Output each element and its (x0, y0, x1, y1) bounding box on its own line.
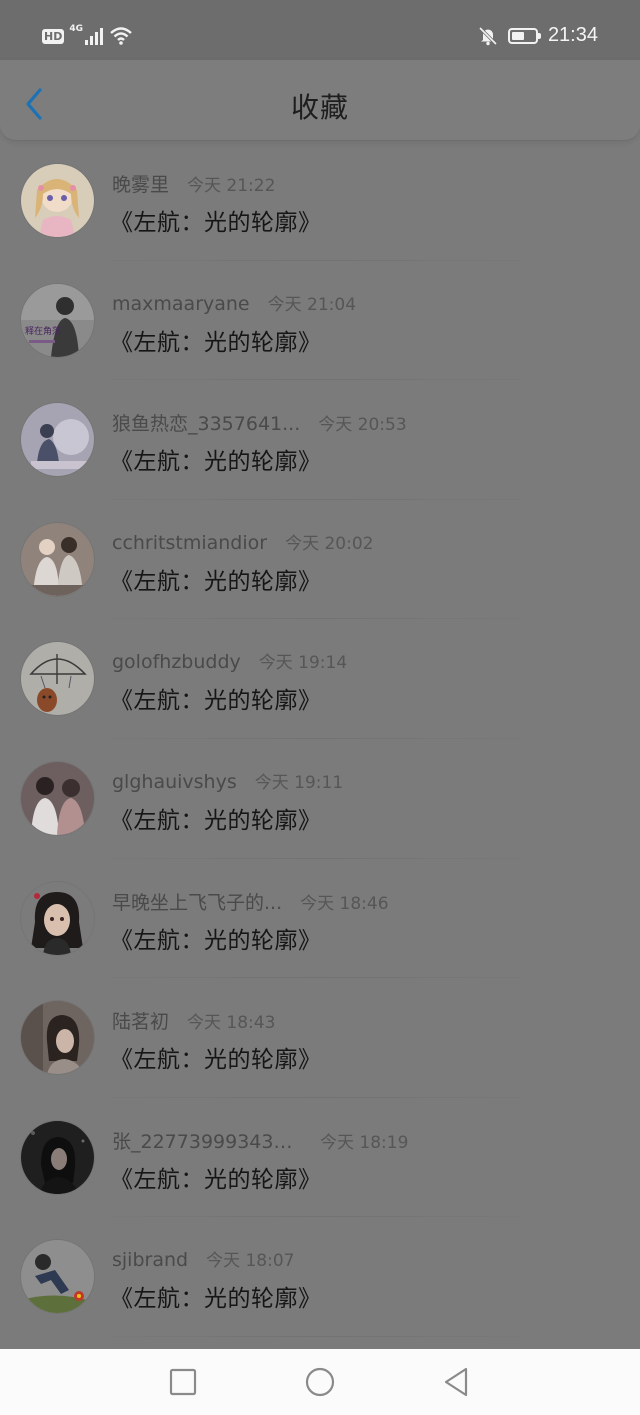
item-meta: sjibrand 今天 18:07 (112, 1246, 294, 1271)
post-time: 今天 20:53 (318, 415, 407, 436)
list-item[interactable]: 释在角落 maxmaaryane 今天 21:04 《左航：光的轮廓》 (0, 261, 640, 381)
battery-icon (507, 27, 541, 44)
avatar[interactable] (21, 164, 94, 237)
item-meta: 早晚坐上飞飞子的... 今天 18:46 (112, 888, 389, 915)
post-time: 今天 18:07 (206, 1251, 295, 1272)
avatar[interactable] (21, 642, 94, 716)
post-title: 《左航：光的轮廓》 (110, 210, 322, 236)
list-item[interactable]: 张_227739993434... 今天 18:19 《左航：光的轮廓》 (0, 1098, 640, 1218)
status-left: HD 4G (42, 24, 133, 46)
post-title: 《左航：光的轮廓》 (110, 1286, 322, 1313)
list-item[interactable]: 狼鱼热恋_3357641... 今天 20:53 《左航：光的轮廓》 (0, 380, 640, 500)
avatar[interactable] (21, 403, 94, 477)
post-time: 今天 18:43 (187, 1013, 276, 1034)
user-name: golofhzbuddy (112, 651, 241, 674)
list-item[interactable]: glghauivshys 今天 19:11 《左航：光的轮廓》 (0, 739, 640, 859)
clock: 21:34 (547, 24, 598, 46)
user-name: glghauivshys (112, 770, 237, 793)
list-item[interactable]: sjibrand 今天 18:07 《左航：光的轮廓》 (0, 1217, 640, 1337)
post-time: 今天 19:14 (258, 653, 348, 674)
item-meta: cchritstmiandior 今天 20:02 (112, 529, 373, 554)
list-item[interactable]: 早晚坐上飞飞子的... 今天 18:46 《左航：光的轮廓》 (0, 859, 640, 979)
avatar[interactable] (21, 1120, 94, 1194)
triangle-back-icon (444, 1367, 468, 1397)
user-name: sjibrand (112, 1249, 189, 1272)
post-time: 今天 21:22 (187, 176, 276, 196)
circle-icon (305, 1367, 335, 1397)
post-time: 今天 19:11 (254, 772, 344, 793)
post-title: 《左航：光的轮廓》 (110, 449, 322, 476)
post-title: 《左航：光的轮廓》 (110, 568, 322, 595)
post-title: 《左航：光的轮廓》 (110, 927, 322, 954)
post-time: 今天 21:04 (267, 294, 357, 315)
user-name: 晚雾里 (112, 174, 170, 196)
list-item[interactable]: cchritstmiandior 今天 20:02 《左航：光的轮廓》 (0, 500, 640, 620)
favorites-list: 晚雾里 今天 21:22 《左航：光的轮廓》 释在角落 maxmaaryane … (0, 141, 640, 1337)
item-meta: 狼鱼热恋_3357641... 今天 20:53 (112, 409, 407, 436)
user-name: 陆茗初 (112, 1011, 170, 1034)
item-meta: golofhzbuddy 今天 19:14 (112, 648, 347, 673)
post-time: 今天 18:46 (300, 893, 389, 914)
header: 收藏 (0, 60, 640, 141)
recent-apps-button[interactable] (167, 1366, 199, 1398)
hd-badge: HD (42, 28, 65, 44)
wifi-icon (110, 27, 132, 45)
user-name: 张_227739993434... (112, 1130, 302, 1153)
battery-level (511, 31, 524, 40)
navigation-bar (0, 1349, 640, 1415)
avatar[interactable] (21, 761, 94, 835)
post-title: 《左航：光的轮廓》 (110, 1166, 322, 1193)
page-title: 收藏 (290, 91, 349, 124)
avatar[interactable] (21, 1240, 94, 1314)
list-item[interactable]: 陆茗初 今天 18:43 《左航：光的轮廓》 (0, 978, 640, 1098)
item-meta: maxmaaryane 今天 21:04 (112, 290, 356, 315)
user-name: cchritstmiandior (112, 531, 268, 554)
item-meta: 张_227739993434... 今天 18:19 (112, 1127, 408, 1154)
avatar[interactable] (21, 881, 94, 955)
status-right: 21:34 (478, 24, 598, 47)
post-title: 《左航：光的轮廓》 (110, 688, 322, 715)
item-meta: 陆茗初 今天 18:43 (112, 1007, 275, 1034)
signal-bars-icon (85, 28, 103, 45)
post-title: 《左航：光的轮廓》 (110, 329, 322, 356)
post-title: 《左航：光的轮廓》 (110, 1047, 322, 1074)
user-name: 狼鱼热恋_3357641... (112, 413, 301, 436)
post-time: 今天 20:02 (285, 533, 374, 554)
bell-off-icon (478, 26, 498, 45)
square-icon (169, 1368, 197, 1396)
network-type: 4G (69, 24, 83, 34)
avatar[interactable] (21, 1001, 94, 1075)
user-name: 早晚坐上飞飞子的... (112, 891, 283, 914)
avatar-caption: 释在角落 (25, 325, 61, 337)
item-meta: glghauivshys 今天 19:11 (112, 768, 343, 793)
user-name: maxmaaryane (112, 292, 250, 315)
status-bar: HD 4G 21:34 (0, 0, 640, 60)
list-item[interactable]: 晚雾里 今天 21:22 《左航：光的轮廓》 (0, 141, 640, 261)
list-item[interactable]: golofhzbuddy 今天 19:14 《左航：光的轮廓》 (0, 619, 640, 739)
post-time: 今天 18:19 (320, 1132, 409, 1153)
home-button[interactable] (304, 1366, 336, 1398)
item-meta: 晚雾里 今天 21:22 (112, 170, 275, 197)
avatar[interactable] (21, 522, 94, 596)
avatar[interactable]: 释在角落 (21, 283, 94, 357)
post-title: 《左航：光的轮廓》 (110, 807, 322, 834)
nav-back-button[interactable] (441, 1366, 473, 1398)
